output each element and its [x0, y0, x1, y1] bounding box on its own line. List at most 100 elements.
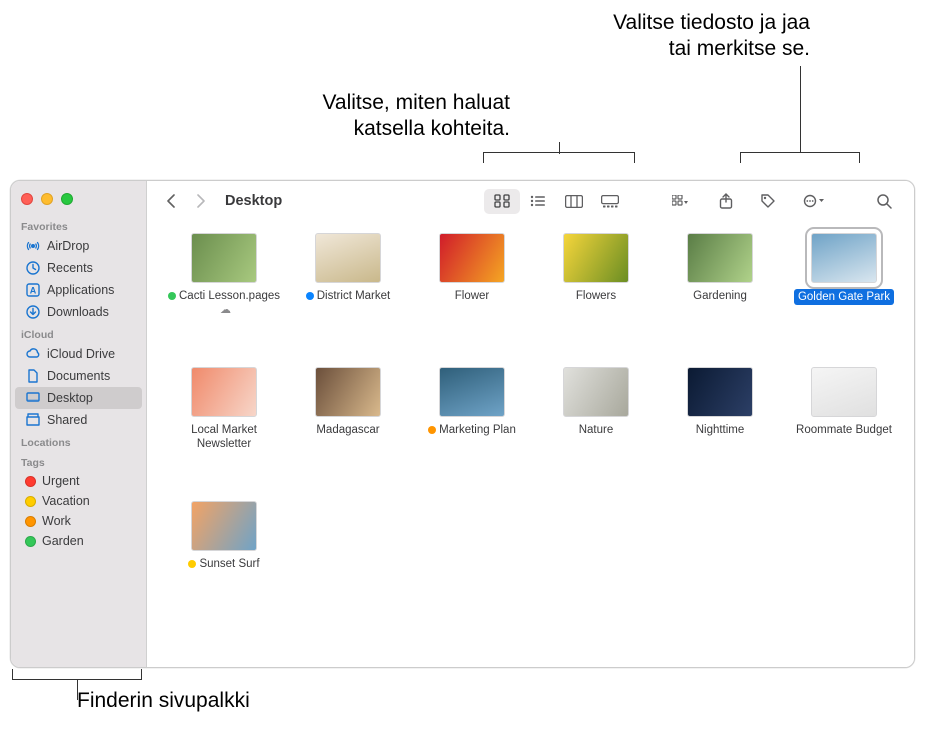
file-thumbnail [563, 367, 629, 417]
download-icon [25, 304, 41, 320]
file-thumbnail [687, 233, 753, 283]
sidebar-item-label: Vacation [42, 494, 90, 508]
fullscreen-button[interactable] [61, 193, 73, 205]
list-view-button[interactable] [520, 189, 556, 214]
tag-dot-icon [25, 476, 36, 487]
annotation-sidebar: Finderin sivupalkki [77, 688, 250, 714]
annotation-bracket [12, 670, 142, 680]
sidebar-item-garden[interactable]: Garden [15, 531, 142, 551]
files-grid: Cacti Lesson.pages☁︎ District Market Flowe… [147, 221, 914, 667]
sidebar-item-applications[interactable]: A Applications [15, 279, 142, 301]
sidebar-section-header: iCloud [11, 323, 146, 343]
sidebar-item-recents[interactable]: Recents [15, 257, 142, 279]
file-name-label: Local Market Newsletter [168, 423, 280, 452]
shared-icon [25, 412, 41, 428]
minimize-button[interactable] [41, 193, 53, 205]
file-name-label: Nighttime [696, 423, 745, 437]
svg-text:A: A [30, 286, 37, 296]
sidebar-section-header: Favorites [11, 215, 146, 235]
file-item[interactable]: Flowers [537, 231, 655, 359]
file-thumbnail [315, 233, 381, 283]
file-item[interactable]: Cacti Lesson.pages☁︎ [165, 231, 283, 359]
clock-icon [25, 260, 41, 276]
sidebar-item-shared[interactable]: Shared [15, 409, 142, 431]
sidebar-item-label: Recents [47, 261, 93, 275]
sidebar: Favorites AirDrop Recents A Applications Down… [11, 181, 147, 667]
sidebar-item-urgent[interactable]: Urgent [15, 471, 142, 491]
gallery-view-button[interactable] [592, 189, 628, 214]
cloud-download-icon: ☁︎ [220, 304, 231, 316]
sidebar-item-downloads[interactable]: Downloads [15, 301, 142, 323]
tag-dot-icon [168, 292, 176, 300]
tag-button[interactable] [750, 189, 786, 214]
sidebar-item-icloud-drive[interactable]: iCloud Drive [15, 343, 142, 365]
annotation-view-mode: Valitse, miten haluat katsella kohteita. [210, 90, 510, 143]
search-button[interactable] [866, 189, 902, 214]
file-thumbnail [439, 367, 505, 417]
tag-dot-icon [25, 536, 36, 547]
file-name-label: Golden Gate Park [794, 289, 894, 305]
more-actions-button[interactable] [792, 189, 836, 214]
file-item[interactable]: Marketing Plan [413, 365, 531, 493]
file-item[interactable]: Sunset Surf [165, 499, 283, 627]
file-item[interactable]: Flower [413, 231, 531, 359]
share-button[interactable] [708, 189, 744, 214]
file-name-label: Flowers [576, 289, 616, 303]
cloud-icon [25, 346, 41, 362]
sidebar-section-header: Locations [11, 431, 146, 451]
tag-dot-icon [188, 560, 196, 568]
close-button[interactable] [21, 193, 33, 205]
file-thumbnail [811, 367, 877, 417]
tag-dot-icon [306, 292, 314, 300]
back-button[interactable] [159, 189, 183, 213]
file-item[interactable]: Local Market Newsletter [165, 365, 283, 493]
sidebar-item-label: AirDrop [47, 239, 89, 253]
file-item[interactable]: District Market [289, 231, 407, 359]
file-thumbnail [563, 233, 629, 283]
sidebar-item-label: Applications [47, 283, 114, 297]
file-name-label: Flower [455, 289, 490, 303]
forward-button[interactable] [189, 189, 213, 213]
group-by-button[interactable] [658, 189, 702, 214]
file-item[interactable]: Nature [537, 365, 655, 493]
sidebar-item-label: Documents [47, 369, 110, 383]
file-name-label: Madagascar [316, 423, 379, 437]
desktop-icon [25, 390, 41, 406]
sidebar-item-label: Downloads [47, 305, 109, 319]
content-area: Desktop [147, 181, 914, 667]
file-name-label: Nature [579, 423, 614, 437]
tag-dot-icon [428, 426, 436, 434]
file-item[interactable]: Golden Gate Park [785, 231, 903, 359]
file-thumbnail [191, 367, 257, 417]
annotation-bracket [483, 152, 635, 162]
apps-icon: A [25, 282, 41, 298]
file-name-label: Roommate Budget [796, 423, 892, 437]
file-thumbnail [811, 233, 877, 283]
view-mode-group [484, 189, 628, 214]
tag-dot-icon [25, 516, 36, 527]
file-name-label: District Market [306, 289, 390, 303]
file-item[interactable]: Gardening [661, 231, 779, 359]
sidebar-item-airdrop[interactable]: AirDrop [15, 235, 142, 257]
sidebar-item-label: iCloud Drive [47, 347, 115, 361]
annotation-line [800, 66, 801, 152]
toolbar: Desktop [147, 181, 914, 221]
column-view-button[interactable] [556, 189, 592, 214]
sidebar-item-vacation[interactable]: Vacation [15, 491, 142, 511]
file-name-label: Sunset Surf [188, 557, 259, 571]
sidebar-item-label: Garden [42, 534, 84, 548]
file-item[interactable]: Roommate Budget [785, 365, 903, 493]
file-name-label: Gardening [693, 289, 747, 303]
file-item[interactable]: Nighttime [661, 365, 779, 493]
window-title: Desktop [225, 193, 282, 209]
file-thumbnail [191, 501, 257, 551]
sidebar-item-label: Work [42, 514, 71, 528]
sidebar-item-documents[interactable]: Documents [15, 365, 142, 387]
file-item[interactable]: Madagascar [289, 365, 407, 493]
sidebar-item-desktop[interactable]: Desktop [15, 387, 142, 409]
file-thumbnail [315, 367, 381, 417]
tag-dot-icon [25, 496, 36, 507]
sidebar-item-work[interactable]: Work [15, 511, 142, 531]
icon-view-button[interactable] [484, 189, 520, 214]
sidebar-item-label: Shared [47, 413, 87, 427]
